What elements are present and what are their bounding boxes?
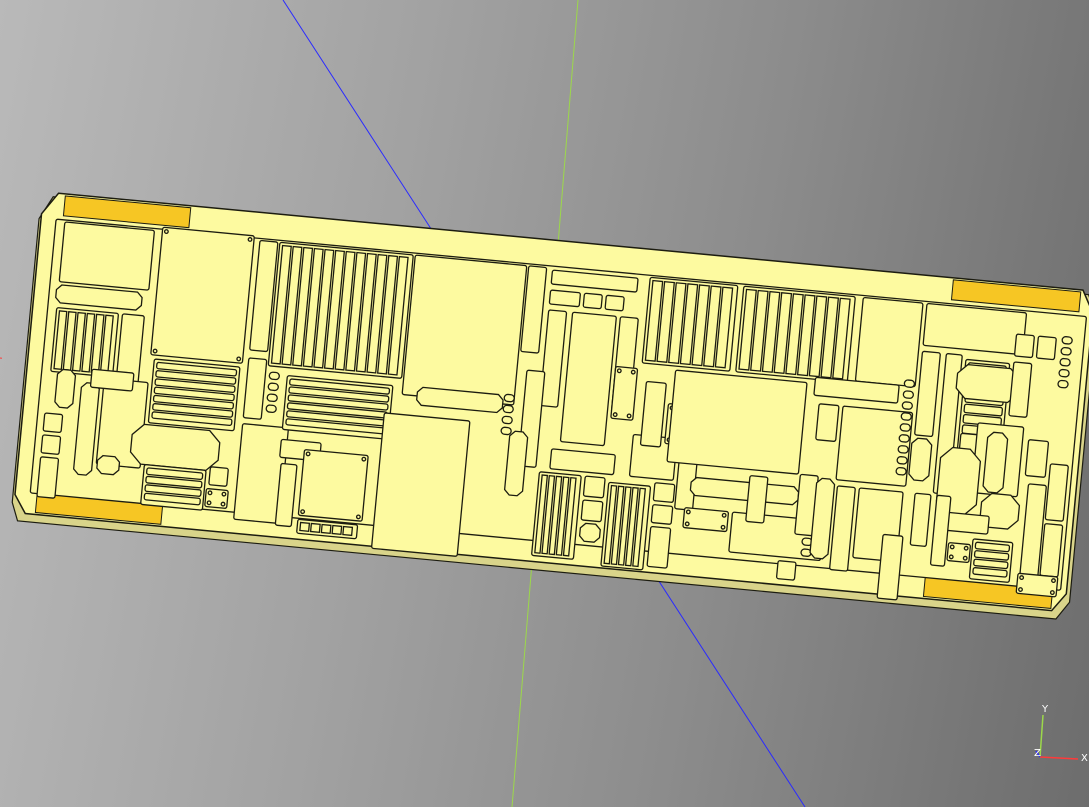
pill-slot <box>899 423 911 432</box>
bolt <box>355 514 361 520</box>
orientation-gizmo[interactable]: Y X Z <box>1034 704 1088 764</box>
pill-slot <box>503 393 515 403</box>
pill-slot <box>268 371 280 381</box>
bolt <box>300 509 306 515</box>
bolt <box>684 521 690 527</box>
plate-ak <box>775 560 797 581</box>
bolt <box>1019 575 1025 581</box>
gizmo-x-label: X <box>1081 753 1088 764</box>
bolted-plate <box>297 449 369 522</box>
octagon-plate <box>129 423 221 472</box>
bolt <box>152 348 158 354</box>
plate-z <box>582 475 606 499</box>
plate-ac <box>652 482 676 503</box>
plate-g <box>89 368 135 392</box>
bolt <box>962 555 968 561</box>
pill-slot <box>903 379 916 388</box>
bolt <box>685 509 691 515</box>
plate-ao <box>815 403 840 442</box>
plate-a <box>58 221 155 291</box>
octagon-plate <box>54 368 77 409</box>
bolt <box>361 456 367 462</box>
gizmo-x-arrow <box>1039 756 1079 760</box>
pill-slot <box>267 382 279 392</box>
pill-slot <box>895 466 907 476</box>
pill-slot <box>265 404 277 414</box>
plate-ad <box>650 504 674 525</box>
bolt <box>630 369 636 375</box>
pill-slot <box>902 390 914 399</box>
plate-o <box>371 412 471 557</box>
plate-h <box>208 466 229 487</box>
pill-slot <box>1059 357 1071 367</box>
plate-ax <box>1013 333 1035 359</box>
plate-d <box>40 434 62 455</box>
vent-slat <box>299 521 311 532</box>
vent-slat <box>309 522 321 534</box>
plate-n <box>401 254 528 406</box>
bolted-plate <box>150 226 255 364</box>
gizmo-y-label: Y <box>1041 704 1049 715</box>
pill-slot <box>901 401 913 410</box>
bolt <box>1049 590 1055 596</box>
plate-t <box>604 294 625 312</box>
bolt <box>1018 587 1023 592</box>
scene-canvas[interactable]: Y X Z <box>0 0 1089 807</box>
plate-bb <box>1024 439 1050 478</box>
pill-slot <box>1061 336 1073 345</box>
bolt <box>721 512 727 518</box>
panel-model[interactable] <box>11 192 1089 620</box>
plate-ai <box>666 369 808 475</box>
bolt <box>616 368 622 374</box>
plate-ah <box>854 296 924 388</box>
pill-slot <box>501 415 513 425</box>
bolt <box>949 544 955 550</box>
pill-slot <box>1060 346 1072 356</box>
pill-slot <box>502 404 514 414</box>
pill-slot <box>900 412 912 421</box>
bolt <box>206 500 212 506</box>
plate-c <box>42 412 64 434</box>
bolt <box>720 524 726 530</box>
3d-viewport[interactable]: Y X Z <box>0 0 1089 807</box>
vent-slat <box>320 523 332 535</box>
bolt <box>207 490 213 496</box>
pill-slot <box>1058 368 1070 378</box>
bolt <box>163 229 169 235</box>
bolt <box>626 413 632 419</box>
pill-slot <box>266 393 278 403</box>
bolt <box>948 554 954 560</box>
bolt <box>963 545 969 551</box>
octagon-plate <box>908 437 933 482</box>
plate-s <box>582 292 603 310</box>
plate-at <box>922 303 1028 356</box>
octagon-plate <box>578 522 601 543</box>
plate-ay <box>1035 335 1057 361</box>
plate-e <box>36 456 60 499</box>
vent-slat <box>331 524 343 536</box>
plate-bc <box>945 511 990 535</box>
gizmo-z-label: Z <box>1034 748 1041 759</box>
plate-aa <box>580 499 604 523</box>
pill-slot <box>500 426 512 436</box>
bolt <box>305 451 311 457</box>
vent-slat <box>342 525 354 537</box>
octagon-plate <box>96 454 121 476</box>
pill-slot <box>1057 379 1069 389</box>
plate-am <box>745 475 769 524</box>
bolt <box>247 237 253 242</box>
bolt <box>221 491 227 497</box>
pill-slot <box>896 456 908 465</box>
plate-r <box>548 289 581 308</box>
pill-slot <box>898 434 910 443</box>
bolt <box>612 412 618 418</box>
pill-slot <box>897 445 909 454</box>
bolt <box>1051 578 1056 584</box>
bolt <box>236 356 242 362</box>
bolt <box>220 501 226 507</box>
plate-ae <box>646 525 672 569</box>
